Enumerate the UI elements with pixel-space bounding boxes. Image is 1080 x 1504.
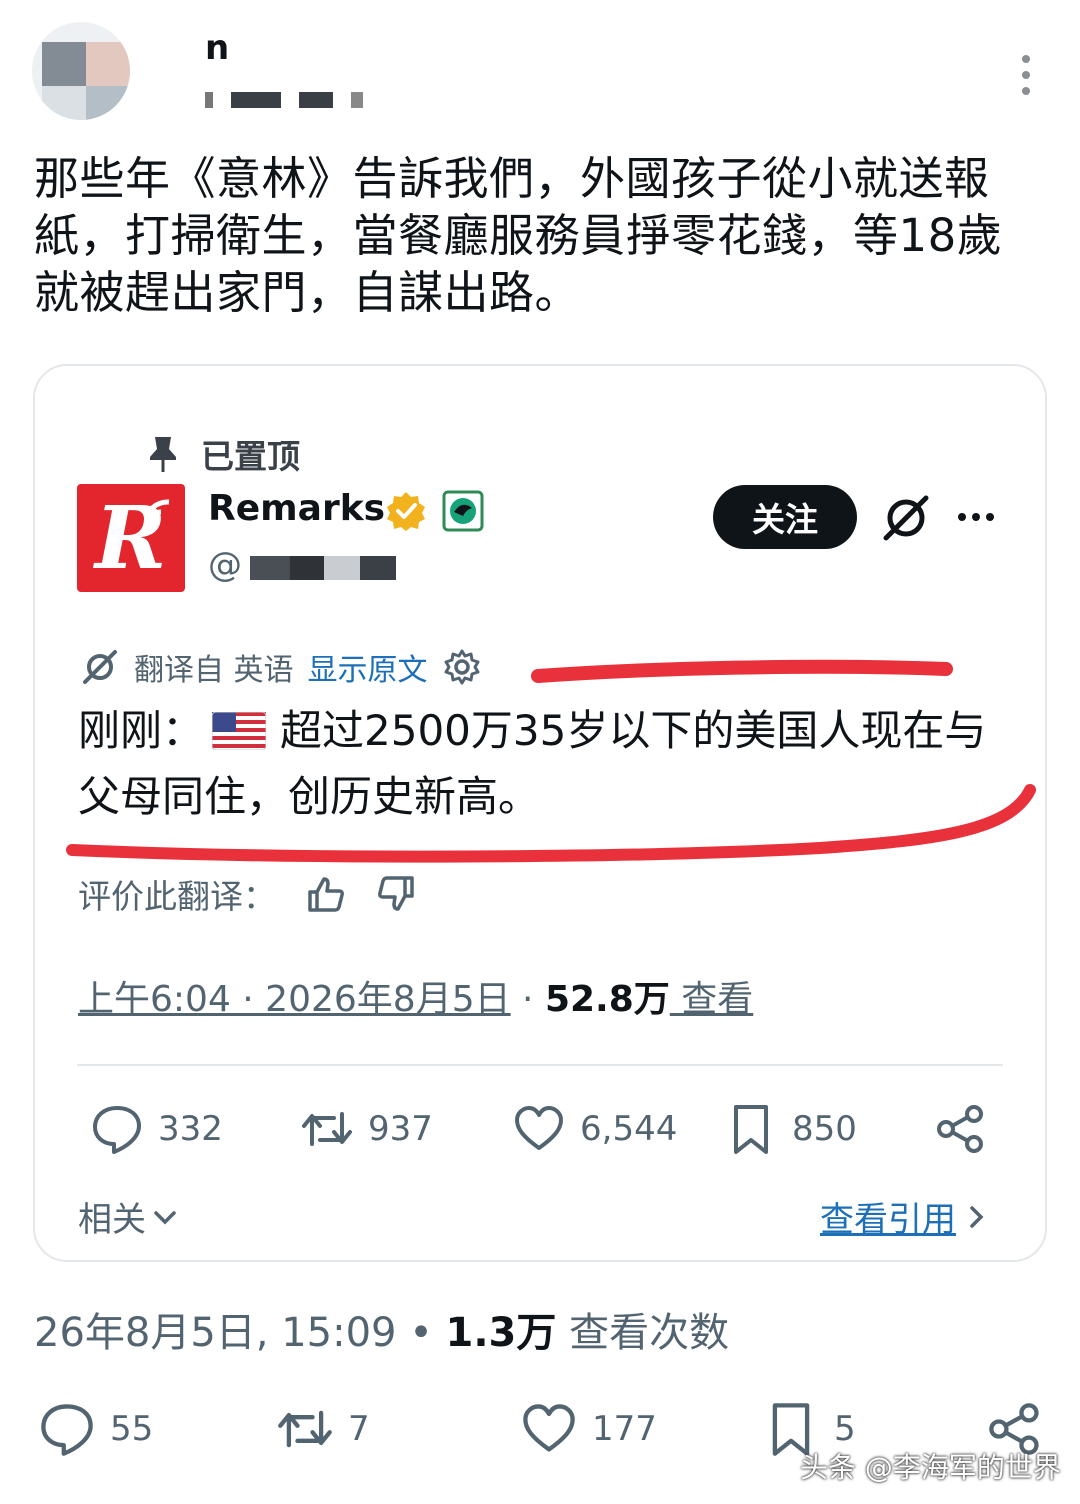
translate-icon: [83, 650, 117, 684]
post-like-count: 177: [592, 1409, 657, 1449]
thumbs-up-icon[interactable]: [306, 874, 346, 914]
pin-icon: [150, 437, 176, 472]
more-icon[interactable]: [1014, 55, 1038, 95]
repost-icon: [278, 1410, 332, 1448]
post-like-button[interactable]: 177: [520, 1400, 657, 1458]
like-icon: [515, 1106, 563, 1150]
post-meta: 26年8月5日, 15:09 • 1.3万 查看次数: [34, 1300, 729, 1358]
handle-redacted: [250, 556, 396, 580]
post-repost-button[interactable]: 7: [276, 1400, 370, 1458]
share-button[interactable]: [934, 1102, 988, 1156]
like-count: 6,544: [580, 1109, 678, 1149]
post-repost-count: 7: [348, 1409, 370, 1449]
rate-translation: 评价此翻译：: [78, 870, 416, 918]
reply-count: 332: [158, 1109, 223, 1149]
rate-label: 评价此翻译：: [78, 877, 276, 916]
affiliate-badge-icon: [442, 490, 484, 532]
post-datetime[interactable]: 26年8月5日, 15:09: [34, 1310, 397, 1356]
text-prefix: 刚刚：: [78, 706, 205, 755]
account-name[interactable]: Remarks: [208, 488, 385, 529]
bookmark-count: 850: [792, 1109, 857, 1149]
repost-icon: [302, 1112, 352, 1146]
reply-button[interactable]: 332: [90, 1102, 223, 1156]
pinned-label: 已置顶: [201, 437, 300, 476]
verified-badge-icon: [387, 492, 425, 531]
views-link[interactable]: 查看: [670, 979, 753, 1020]
view-quotes-label: 查看引用: [820, 1200, 956, 1240]
author-handle-redacted: [205, 92, 363, 110]
follow-button[interactable]: 关注: [713, 485, 857, 549]
view-count: 52.8万: [544, 979, 670, 1020]
post-text: 那些年《意林》告訴我們，外國孩子從小就送報紙，打掃衛生，當餐廳服務員掙零花錢，等…: [34, 152, 1003, 319]
watermark: 头条 @李海军的世界: [800, 1451, 1061, 1484]
post-view-count: 1.3万: [445, 1310, 557, 1356]
timestamp-separator: ·: [510, 979, 545, 1020]
post-reply-button[interactable]: 55: [38, 1400, 153, 1458]
repost-count: 937: [368, 1109, 433, 1149]
related-label: 相关: [78, 1200, 146, 1240]
like-icon: [523, 1404, 575, 1452]
us-flag-icon: [212, 712, 267, 750]
chevron-right-icon: [970, 1205, 984, 1228]
post-views-label: 查看次数: [556, 1310, 730, 1356]
post-bookmark-count: 5: [834, 1409, 856, 1449]
bookmark-button[interactable]: 850: [724, 1102, 857, 1156]
share-icon: [937, 1105, 983, 1153]
bookmark-icon: [734, 1105, 768, 1154]
repost-button[interactable]: 937: [300, 1102, 433, 1156]
post-reply-count: 55: [110, 1409, 154, 1449]
grok-icon[interactable]: [878, 490, 934, 546]
quoted-post-text: 刚刚： 超过2500万35岁以下的美国人现在与父母同住，创历史新高。: [78, 698, 1008, 830]
meta-separator: •: [396, 1310, 446, 1356]
reply-icon: [93, 1106, 141, 1154]
outer-post-header: n: [0, 0, 1080, 140]
translate-label: 翻译自 英语: [134, 653, 294, 688]
translation-bar: 翻译自 英语 显示原文: [80, 645, 482, 689]
avatar[interactable]: [32, 22, 130, 120]
settings-icon[interactable]: [442, 647, 482, 687]
related-toggle[interactable]: 相关: [78, 1192, 180, 1241]
account-handle[interactable]: @: [208, 545, 242, 585]
thumbs-down-icon[interactable]: [376, 874, 416, 914]
timestamp-link[interactable]: 上午6:04 · 2026年8月5日: [78, 979, 511, 1020]
like-button[interactable]: 6,544: [512, 1102, 677, 1156]
pinned-indicator: 已置顶: [145, 430, 300, 478]
chevron-down-icon: [154, 1210, 176, 1224]
author-name[interactable]: n: [205, 28, 229, 68]
account-avatar-logo[interactable]: R: [77, 484, 185, 592]
post-timestamp: 上午6:04 · 2026年8月5日 · 52.8万 查看: [78, 970, 753, 1022]
more-icon[interactable]: [958, 507, 998, 527]
reply-icon: [41, 1404, 93, 1456]
view-quotes-link[interactable]: 查看引用: [820, 1192, 988, 1241]
divider: [77, 1064, 1003, 1066]
show-original-link[interactable]: 显示原文: [308, 645, 428, 689]
